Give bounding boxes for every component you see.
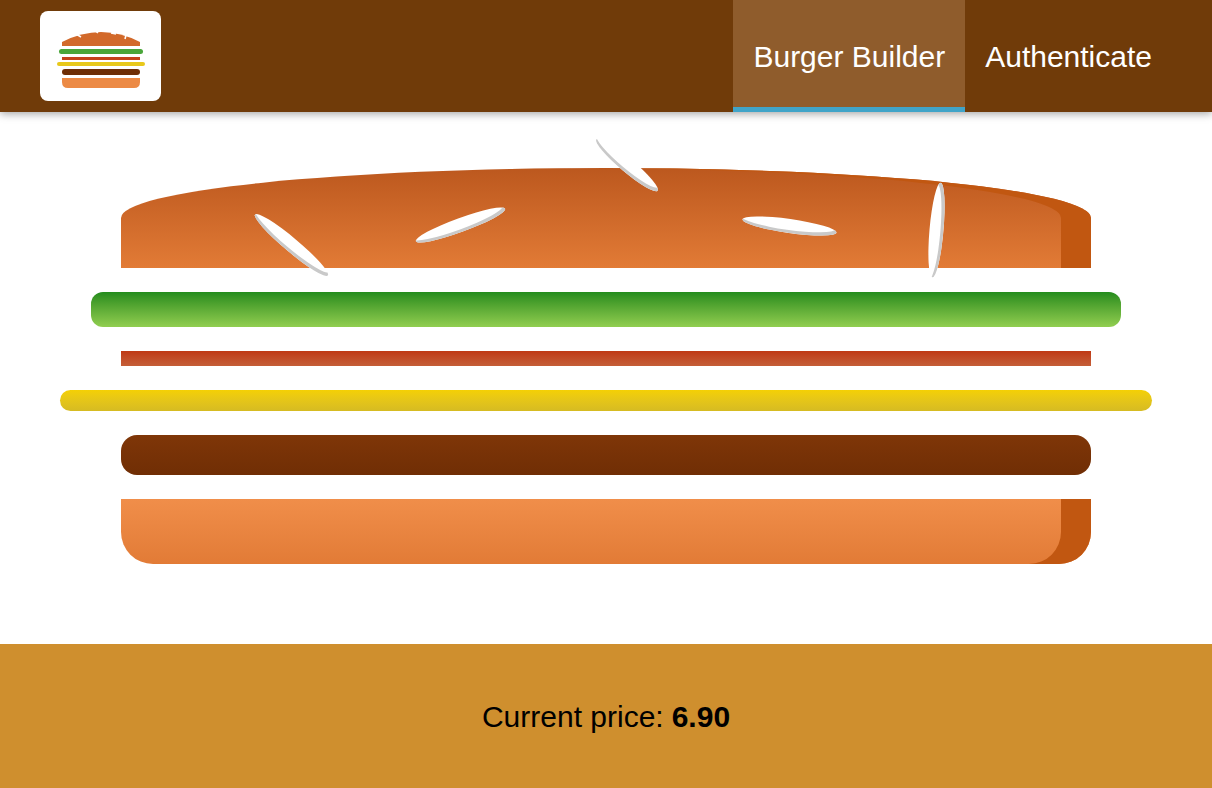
seed-icon: [925, 182, 947, 278]
burger-preview: [0, 112, 1212, 644]
toolbar: Burger BuilderAuthenticate: [0, 0, 1212, 112]
burger-logo-icon: [56, 24, 146, 88]
nav-item[interactable]: Authenticate: [965, 0, 1172, 112]
cheese: [60, 390, 1152, 411]
price-line: Current price: 6.90: [482, 694, 730, 739]
meat: [121, 435, 1091, 475]
navigation: Burger BuilderAuthenticate: [733, 0, 1172, 112]
seed-icon: [592, 134, 662, 196]
seed-icon: [251, 209, 333, 281]
seed-icon: [413, 202, 507, 248]
bread-top: [121, 168, 1091, 268]
price-label: Current price:: [482, 694, 664, 739]
nav-item[interactable]: Burger Builder: [733, 0, 965, 112]
seed-icon: [741, 212, 837, 239]
logo[interactable]: [40, 11, 161, 101]
salad: [91, 292, 1121, 327]
bread-bottom: [121, 499, 1091, 564]
price-value: 6.90: [672, 694, 730, 739]
burger: [60, 168, 1152, 564]
bacon: [121, 351, 1091, 366]
build-controls: Current price: 6.90: [0, 644, 1212, 788]
